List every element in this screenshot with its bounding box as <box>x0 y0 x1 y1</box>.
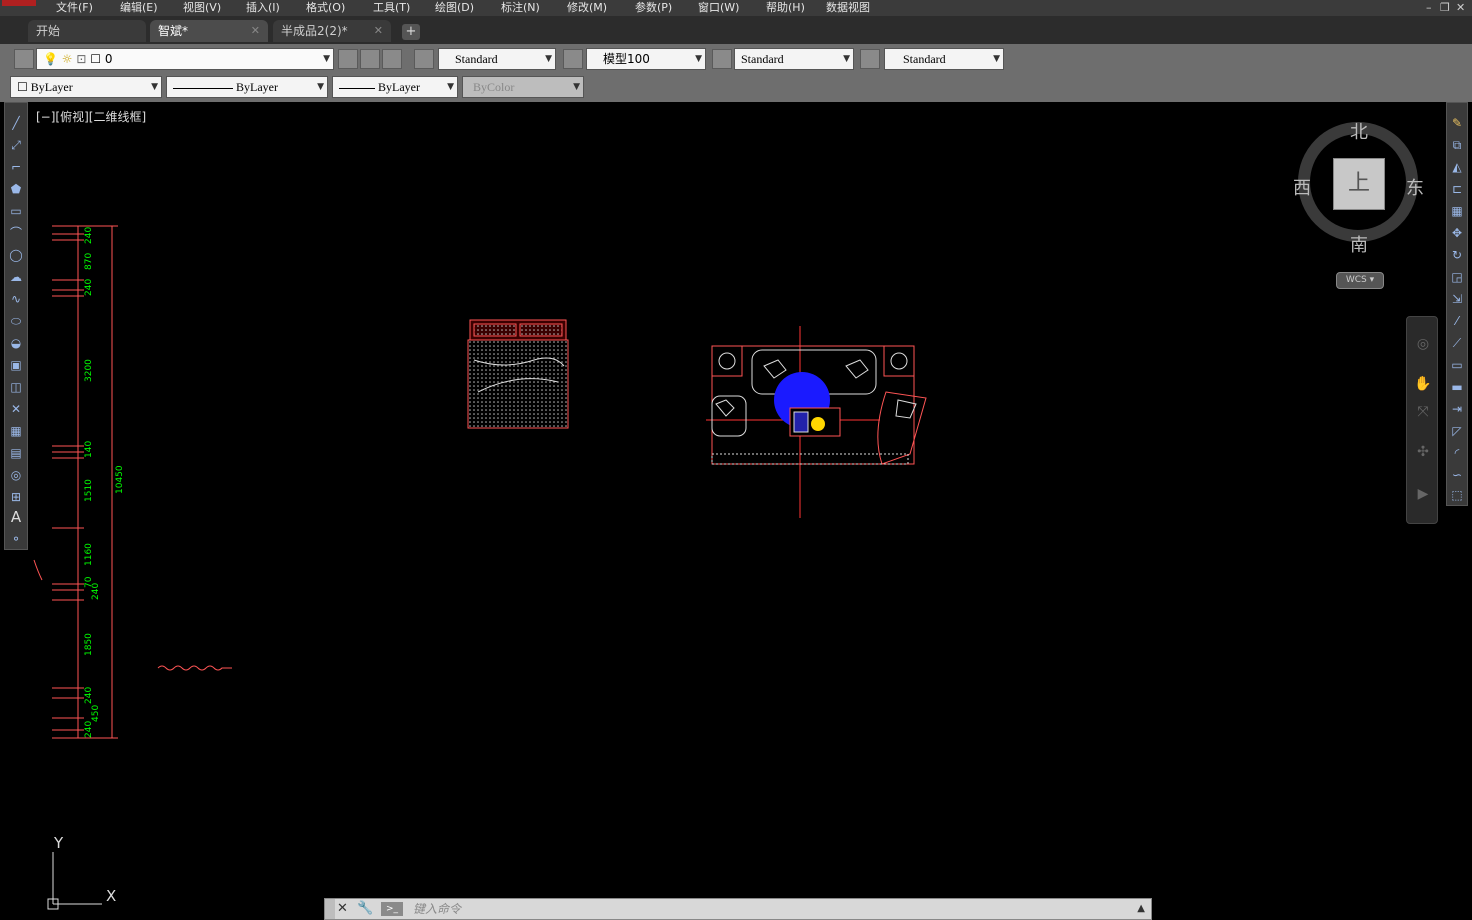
bed-block[interactable] <box>467 319 569 429</box>
move-icon[interactable]: ✥ <box>1449 225 1465 241</box>
point-icon[interactable]: ✕ <box>8 401 24 417</box>
dim-total-label: 10450 <box>115 465 125 494</box>
extend-icon[interactable]: ⟋ <box>1449 335 1465 351</box>
dim-label: 1160 <box>84 543 94 566</box>
steering-wheel-icon[interactable]: ◎ <box>1414 335 1432 353</box>
pan-icon[interactable]: ✋ <box>1414 375 1432 393</box>
erase-icon[interactable]: ✎ <box>1449 115 1465 131</box>
compass-west[interactable]: 西 <box>1293 174 1311 200</box>
dim-label: 870 <box>84 253 94 270</box>
wrench-icon[interactable]: 🔧 <box>357 900 373 918</box>
gradient-icon[interactable]: ▤ <box>8 445 24 461</box>
table-icon[interactable]: ⊞ <box>8 489 24 505</box>
ucs-icon[interactable]: Y X <box>47 834 116 910</box>
region-icon[interactable]: ◎ <box>8 467 24 483</box>
ucs-label: WCS <box>1345 275 1367 285</box>
dim-label: 240 <box>84 721 94 738</box>
offset-icon[interactable]: ⊏ <box>1449 181 1465 197</box>
ucs-menu-button[interactable]: WCS ▾ <box>1336 272 1384 289</box>
door-arc <box>33 559 43 581</box>
close-icon[interactable]: ✕ <box>337 900 351 918</box>
ellipse-icon[interactable]: ⬭ <box>8 313 24 329</box>
dim-label: 240 <box>84 279 94 296</box>
rotate-icon[interactable]: ↻ <box>1449 247 1465 263</box>
hatch-icon[interactable]: ▦ <box>8 423 24 439</box>
stretch-icon[interactable]: ⇲ <box>1449 291 1465 307</box>
drawing-canvas: 240 870 240 3200 140 1510 1160 70 240 18… <box>33 225 927 910</box>
scale-icon[interactable]: ◲ <box>1449 269 1465 285</box>
dim-label: 3200 <box>84 359 94 382</box>
command-line-grip[interactable] <box>325 899 335 919</box>
sofa-set-block[interactable] <box>706 326 927 518</box>
array-icon[interactable]: ▦ <box>1449 203 1465 219</box>
add-selected-icon[interactable]: ⚬ <box>8 531 24 547</box>
mirror-icon[interactable]: ◭ <box>1449 159 1465 175</box>
ellipse-arc-icon[interactable]: ◒ <box>8 335 24 351</box>
viewcube-top-face[interactable]: 上 <box>1333 158 1385 210</box>
compass-south[interactable]: 南 <box>1350 231 1368 257</box>
join-icon[interactable]: ⇥ <box>1449 401 1465 417</box>
dim-label: 240 <box>91 583 101 600</box>
revcloud-icon[interactable]: ☁ <box>8 269 24 285</box>
mtext-icon[interactable]: A <box>8 509 24 525</box>
dim-label: 240 <box>84 687 94 704</box>
compass-east[interactable]: 东 <box>1406 174 1424 200</box>
blend-curves-icon[interactable]: ∽ <box>1449 467 1465 483</box>
polyline-icon[interactable]: ⌐ <box>8 159 24 175</box>
insert-block-icon[interactable]: ▣ <box>8 357 24 373</box>
dim-label: 1510 <box>84 479 94 502</box>
dim-label: 450 <box>91 705 101 722</box>
dim-label: 240 <box>84 227 94 244</box>
circle-icon[interactable]: ◯ <box>8 247 24 263</box>
explode-icon[interactable]: ⬚ <box>1449 487 1465 503</box>
orbit-icon[interactable]: ✣ <box>1414 443 1432 461</box>
line-icon[interactable]: ╱ <box>8 115 24 131</box>
draw-toolbar: ╱ ⤢ ⌐ ⬟ ▭ ⌒ ◯ ☁ ∿ ⬭ ◒ ▣ ◫ ✕ ▦ ▤ ◎ ⊞ A ⚬ <box>4 102 28 550</box>
modify-toolbar: ✎ ⧉ ◭ ⊏ ▦ ✥ ↻ ◲ ⇲ ⁄ ⟋ ▭ ▬ ⇥ ◸ ◜ ∽ ⬚ <box>1446 102 1468 506</box>
construction-line-icon[interactable]: ⤢ <box>8 137 24 153</box>
chamfer-icon[interactable]: ◸ <box>1449 423 1465 439</box>
spline-icon[interactable]: ∿ <box>8 291 24 307</box>
command-input[interactable]: 键入命令 <box>413 900 461 918</box>
navigation-bar: ◎ ✋ ⤧ ✣ ▶ <box>1406 316 1438 524</box>
recent-commands-button[interactable]: >_ <box>381 902 403 916</box>
showmotion-icon[interactable]: ▶ <box>1414 485 1432 503</box>
ucs-y-label: Y <box>53 834 64 852</box>
ucs-x-label: X <box>106 887 116 905</box>
expand-history-icon[interactable]: ▲ <box>1137 900 1145 918</box>
break-line <box>157 665 232 671</box>
copy-icon[interactable]: ⧉ <box>1449 137 1465 153</box>
zoom-extents-icon[interactable]: ⤧ <box>1414 403 1432 421</box>
break-icon[interactable]: ▬ <box>1449 379 1465 395</box>
rectangle-icon[interactable]: ▭ <box>8 203 24 219</box>
polygon-icon[interactable]: ⬟ <box>8 181 24 197</box>
compass-north[interactable]: 北 <box>1350 118 1368 144</box>
command-line: ✕ 🔧 >_ 键入命令 ▲ <box>324 898 1152 920</box>
trim-icon[interactable]: ⁄ <box>1449 313 1465 329</box>
dimension-labels: 240 870 240 3200 140 1510 1160 70 240 18… <box>84 227 125 738</box>
arc-icon[interactable]: ⌒ <box>8 225 24 241</box>
break-at-point-icon[interactable]: ▭ <box>1449 357 1465 373</box>
fillet-icon[interactable]: ◜ <box>1449 445 1465 461</box>
make-block-icon[interactable]: ◫ <box>8 379 24 395</box>
dim-label: 1850 <box>84 633 94 656</box>
dim-label: 140 <box>84 441 94 458</box>
